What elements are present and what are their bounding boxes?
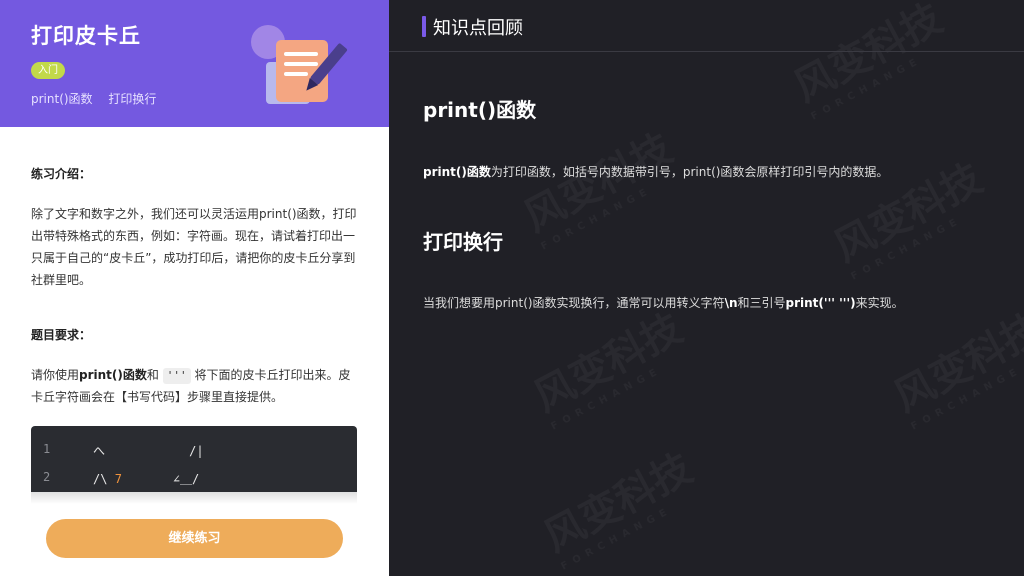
req-text-part: 请你使用 [31, 368, 80, 382]
exercise-header: 打印皮卡丘 入门 print()函数 打印换行 [0, 0, 389, 127]
triple-quote-code: ''' [162, 368, 191, 384]
review-header: 知识点回顾 [389, 0, 1024, 52]
bold-term: \n [724, 296, 738, 310]
watermark: 风变科技FORCHANGE [522, 296, 696, 432]
section-text-newline: 当我们想要用print()函数实现换行，通常可以用转义字符\n和三引号print… [423, 293, 1003, 313]
exercise-title: 打印皮卡丘 [31, 24, 141, 48]
intro-text: 除了文字和数字之外，我们还可以灵活运用print()函数，打印出带特殊格式的东西… [31, 207, 357, 287]
req-text-part: 和 [146, 368, 159, 382]
section-text-part: 和三引号 [737, 296, 786, 310]
section-text-part: 来实现。 [855, 296, 904, 310]
accent-bar [422, 16, 426, 37]
code-fragment: /\ [93, 472, 108, 486]
exercise-panel: 打印皮卡丘 入门 print()函数 打印换行 练习介绍： 除了文字和数字之外，… [0, 0, 389, 576]
line-number: 1 [43, 442, 51, 456]
code-line: 1 へ /| [31, 442, 357, 462]
bold-term: print(''' ''') [785, 296, 856, 310]
line-number: 2 [43, 470, 51, 484]
section-text-part: 为打印函数，如括号内数据带引号，print()函数会原样打印引号内的数据。 [490, 165, 889, 179]
section-text-part: 当我们想要用print()函数实现换行，通常可以用转义字符 [423, 296, 725, 310]
code-text: /\ 7 ∠＿/ [93, 470, 199, 487]
topic-tag-newline: 打印换行 [108, 92, 157, 106]
code-fragment: へ [93, 444, 106, 458]
topic-tags: print()函数 打印换行 [31, 90, 168, 107]
review-title: 知识点回顾 [433, 18, 523, 39]
level-badge: 入门 [31, 62, 65, 79]
code-fragment-highlight: 7 [114, 472, 122, 486]
section-text-print: print()函数为打印函数，如括号内数据带引号，print()函数会原样打印引… [423, 162, 1003, 182]
notepad-pencil-illustration [251, 25, 348, 104]
bold-term: print()函数 [423, 165, 491, 179]
req-bold-print: print()函数 [79, 368, 147, 382]
watermark: 风变科技FORCHANGE [512, 116, 686, 252]
section-heading-newline: 打印换行 [423, 230, 503, 254]
continue-practice-button[interactable]: 继续练习 [46, 519, 343, 558]
code-line: 2 /\ 7 ∠＿/ [31, 470, 357, 490]
topic-tag-print: print()函数 [31, 92, 93, 106]
intro-label: 练习介绍： [31, 167, 92, 181]
section-heading-print: print()函数 [423, 98, 537, 122]
watermark: 风变科技FORCHANGE [882, 296, 1024, 432]
requirements-label: 题目要求： [31, 328, 92, 342]
code-text: へ /| [93, 442, 204, 459]
requirements-text: 请你使用print()函数和 ''' 将下面的皮卡丘打印出来。皮卡丘字符画会在【… [31, 364, 357, 408]
knowledge-review-panel: 风变科技FORCHANGE 风变科技FORCHANGE 风变科技FORCHANG… [389, 0, 1024, 576]
code-fragment: /| [153, 444, 204, 458]
code-fragment: ∠＿/ [143, 472, 200, 486]
watermark: 风变科技FORCHANGE [532, 436, 706, 572]
